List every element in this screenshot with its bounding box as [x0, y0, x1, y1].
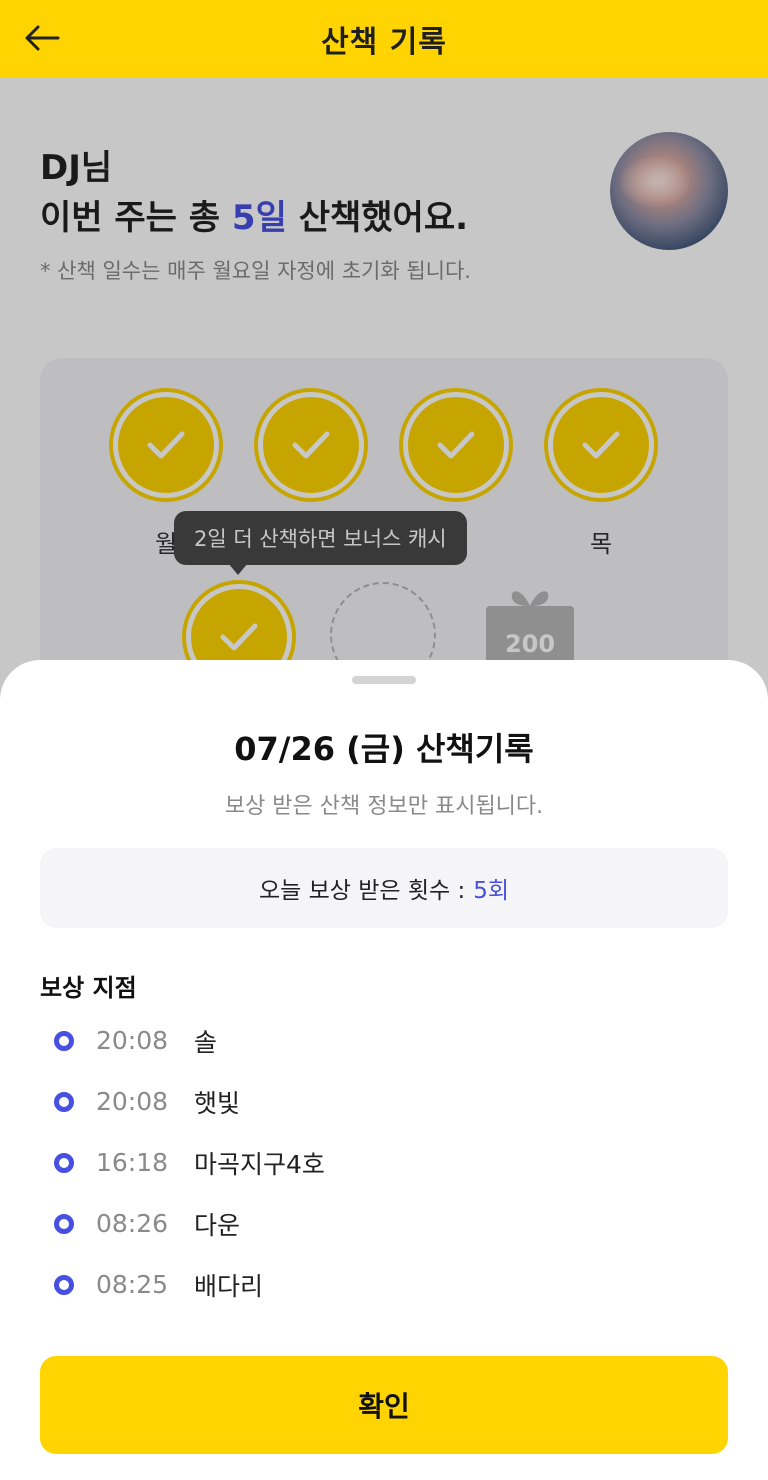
location-dot-icon	[54, 1274, 74, 1295]
sheet-subtitle: 보상 받은 산책 정보만 표시됩니다.	[224, 794, 544, 819]
reward-count-box: 오늘 보상 받은 횟수 : 5회	[40, 848, 728, 928]
app-header: 산책 기록	[0, 0, 768, 78]
reward-points-heading: 보상 지점	[40, 974, 137, 1002]
point-name: 다운	[194, 1210, 241, 1240]
walk-record-sheet: 07/26 (금) 산책기록 보상 받은 산책 정보만 표시됩니다. 오늘 보상…	[0, 660, 768, 1480]
location-dot-icon	[54, 1213, 74, 1234]
list-item: 08:25 배다리	[40, 1254, 728, 1315]
list-item: 20:08 햇빛	[40, 1071, 728, 1132]
location-dot-icon	[54, 1091, 74, 1112]
reward-points-list: 20:08 솔 20:08 햇빛 16:18 마곡지구4호 08:26 다운 0…	[40, 1010, 728, 1315]
reward-count-value: 5회	[473, 878, 510, 904]
point-time: 20:08	[96, 1087, 169, 1116]
point-time: 16:18	[96, 1148, 169, 1177]
list-item: 20:08 솔	[40, 1010, 728, 1071]
arrow-left-icon[interactable]	[20, 16, 64, 60]
sheet-title: 07/26 (금) 산책기록	[234, 730, 534, 768]
point-time: 20:08	[96, 1026, 169, 1055]
point-name: 솔	[194, 1027, 218, 1057]
page-title: 산책 기록	[321, 25, 447, 60]
reward-count-label: 오늘 보상 받은 횟수 :	[258, 878, 466, 904]
list-item: 16:18 마곡지구4호	[40, 1132, 728, 1193]
point-time: 08:25	[96, 1270, 169, 1299]
point-time: 08:26	[96, 1209, 169, 1238]
confirm-button[interactable]: 확인	[40, 1356, 728, 1454]
point-name: 마곡지구4호	[194, 1149, 325, 1179]
point-name: 배다리	[194, 1271, 264, 1301]
list-item: 08:26 다운	[40, 1193, 728, 1254]
point-name: 햇빛	[194, 1088, 241, 1118]
location-dot-icon	[54, 1030, 74, 1051]
sheet-drag-handle[interactable]	[352, 676, 416, 684]
location-dot-icon	[54, 1152, 74, 1173]
